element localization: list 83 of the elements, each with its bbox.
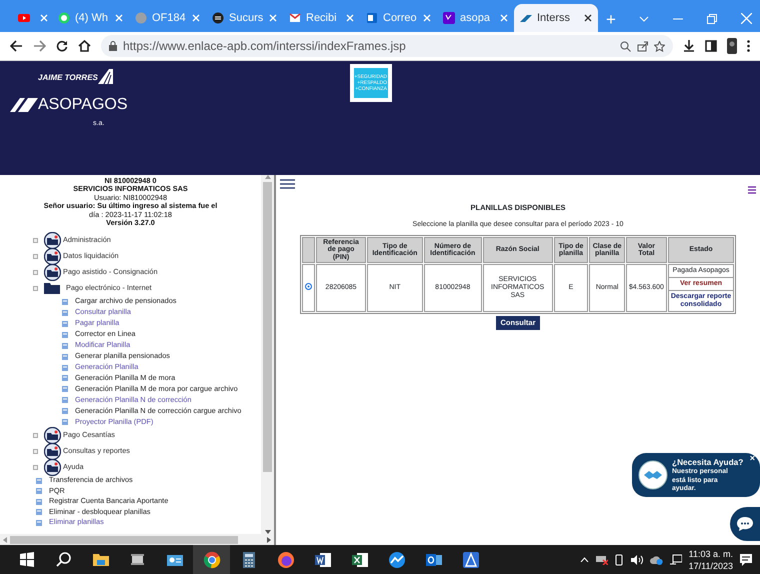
spreadsheet-x-icon[interactable] [350, 550, 368, 568]
chat-button[interactable] [730, 507, 760, 541]
page-icon [36, 498, 42, 505]
circle-logo-icon [212, 12, 224, 24]
share-icon[interactable] [637, 40, 648, 52]
handshake-logo-icon [638, 460, 668, 490]
close-icon[interactable] [584, 14, 592, 22]
page-icon [62, 408, 68, 414]
radio-button[interactable] [305, 283, 312, 290]
forward-arrow-icon[interactable] [33, 40, 46, 52]
logo-text: ASOPAGOS [38, 97, 128, 113]
folder-icon[interactable] [44, 282, 60, 294]
page-icon [62, 342, 68, 349]
start-windows-icon[interactable] [18, 550, 36, 568]
triangle-app-icon[interactable] [462, 550, 480, 568]
page-icon [62, 354, 68, 360]
monitor-network-icon[interactable] [670, 554, 682, 565]
close-button[interactable]: × [750, 454, 755, 463]
folder-badge-icon[interactable] [44, 232, 61, 249]
envelope-icon [289, 12, 301, 24]
taskbar-clock[interactable]: 11:03 a. m. 17/11/2023 [688, 548, 733, 572]
chevron-down-icon[interactable] [639, 16, 649, 22]
chat-bubble-icon [736, 516, 754, 532]
vertical-scrollbar[interactable] [261, 175, 274, 534]
speaker-icon[interactable] [630, 554, 643, 564]
page-icon [36, 509, 42, 516]
caret-up-icon[interactable] [580, 557, 589, 562]
chat-bubble-icon [58, 12, 70, 24]
page-icon [62, 298, 68, 305]
zoom-icon[interactable] [620, 40, 631, 52]
side-panel-icon[interactable] [705, 40, 717, 52]
time-text: 11:03 a. m. [688, 548, 733, 560]
triangle-logo-icon [98, 69, 113, 84]
address-bar[interactable]: https://www.enlace-apb.com/interssi/indexFrames.jsp [101, 35, 673, 57]
page-icon [62, 397, 68, 404]
page-icon [62, 419, 68, 426]
logo-text: JAIME TORRES [38, 72, 98, 84]
star-icon[interactable] [654, 40, 665, 52]
more-menu-icon[interactable] [747, 40, 750, 52]
network-device-icon[interactable] [596, 554, 608, 565]
page-icon [62, 310, 68, 316]
menu-icon[interactable] [280, 179, 295, 189]
mail-app-icon [366, 12, 378, 24]
page-icon [62, 364, 68, 371]
home-icon[interactable] [78, 40, 91, 52]
page-icon [62, 386, 68, 392]
reload-icon[interactable] [56, 40, 68, 52]
folder-badge-icon[interactable] [44, 427, 61, 444]
download-icon[interactable] [683, 40, 695, 52]
browser-ball-icon[interactable] [202, 550, 220, 568]
lock-icon [109, 41, 117, 51]
folder-badge-icon[interactable] [44, 248, 61, 265]
menu-icon[interactable] [748, 186, 756, 194]
scroll-right-icon[interactable] [267, 536, 271, 542]
profile-avatar-icon[interactable] [727, 38, 737, 54]
notification-icon[interactable] [740, 554, 752, 566]
back-arrow-icon[interactable] [10, 40, 23, 52]
phone-link-icon[interactable] [614, 554, 624, 566]
page-icon [62, 332, 68, 338]
horizontal-scrollbar[interactable] [0, 534, 274, 545]
letter-logo-icon [443, 12, 455, 24]
url-text: https://www.enlace-apb.com/interssi/indexFrames.jsp [123, 38, 407, 55]
stripes-logo-icon [10, 98, 38, 112]
wing-logo-icon [520, 12, 532, 24]
search-icon[interactable] [54, 550, 72, 568]
page-icon [36, 478, 42, 484]
page-icon [36, 488, 42, 494]
folder-badge-icon[interactable] [44, 443, 61, 460]
browser-tab[interactable]: Interss [514, 4, 598, 32]
chat-title: ¿Necesita Ayuda? [672, 456, 744, 468]
cloud-sync-icon[interactable] [650, 554, 663, 564]
folder-badge-icon[interactable] [44, 264, 61, 281]
video-play-icon [18, 12, 30, 24]
folder-badge-icon[interactable] [44, 459, 61, 476]
fox-globe-icon[interactable] [276, 550, 294, 568]
restore-icon[interactable] [707, 14, 717, 24]
page-icon [62, 320, 68, 327]
page-icon [36, 520, 42, 526]
page-icon [62, 375, 68, 382]
globe-icon [135, 12, 147, 24]
minimize-icon[interactable] [673, 18, 683, 20]
date-text: 17/11/2023 [688, 560, 733, 572]
document-w-icon[interactable] [314, 550, 332, 568]
